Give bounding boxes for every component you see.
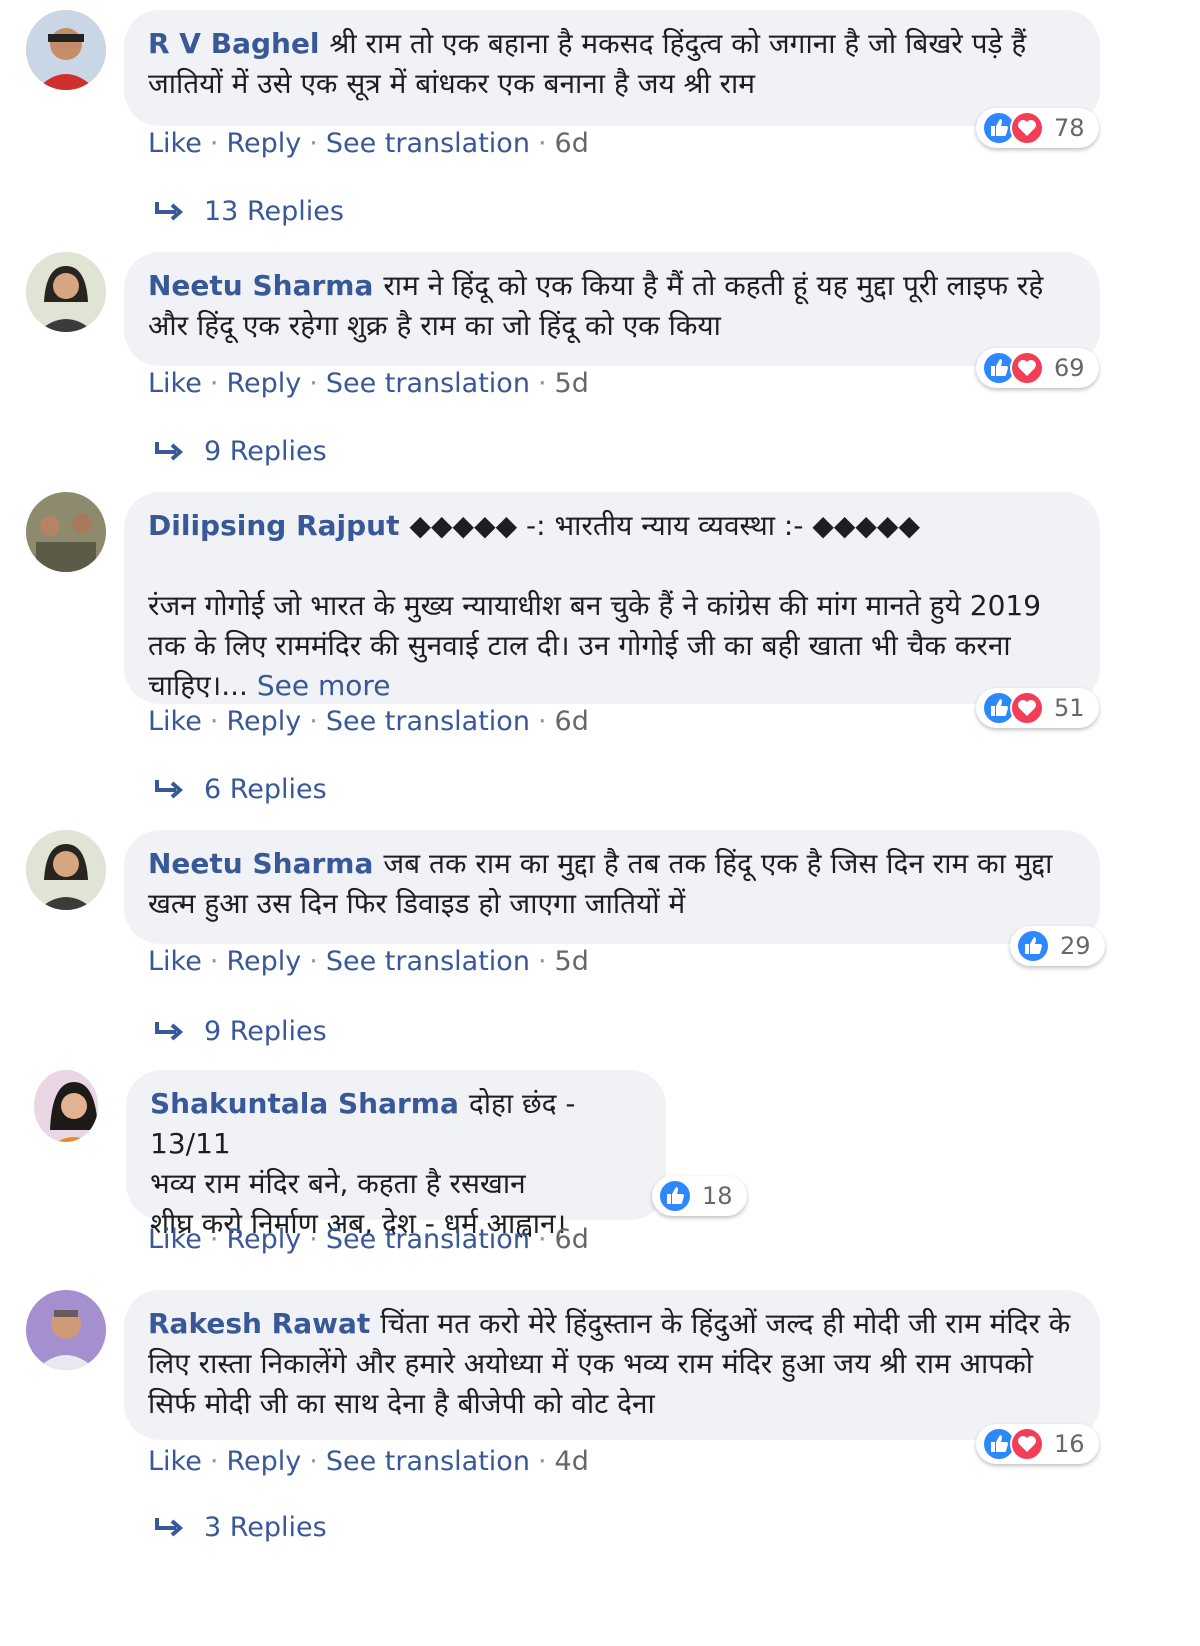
see-translation-link[interactable]: See translation	[326, 1446, 530, 1477]
like-icon	[658, 1179, 692, 1213]
reaction-count: 16	[1054, 1430, 1085, 1458]
reaction-count: 78	[1054, 114, 1085, 142]
comment-actions: Like · Reply · See translation · 6d	[148, 1224, 589, 1255]
reply-link[interactable]: Reply	[226, 368, 301, 399]
reactions-summary[interactable]: 18	[652, 1176, 747, 1216]
love-icon	[1010, 1427, 1044, 1461]
avatar-image	[26, 252, 106, 332]
reply-arrow-icon	[155, 779, 184, 799]
view-replies[interactable]: 3 Replies	[152, 1512, 327, 1543]
love-icon	[1010, 351, 1044, 385]
like-link[interactable]: Like	[148, 128, 202, 159]
view-replies[interactable]: 9 Replies	[152, 1016, 327, 1047]
see-translation-link[interactable]: See translation	[326, 128, 530, 159]
comment-bubble: R V Baghel श्री राम तो एक बहाना है मकसद ह…	[124, 10, 1100, 126]
like-link[interactable]: Like	[148, 1446, 202, 1477]
comment-timestamp[interactable]: 6d	[555, 1224, 589, 1255]
comment-timestamp[interactable]: 5d	[555, 368, 589, 399]
love-icon	[1010, 691, 1044, 725]
comment-bubble: Dilipsing Rajput ◆◆◆◆◆ -: भारतीय न्याय व्…	[124, 492, 1100, 704]
comment-bubble: Neetu Sharma राम ने हिंदू को एक किया है म…	[124, 252, 1100, 366]
reply-link[interactable]: Reply	[226, 946, 301, 977]
view-replies[interactable]: 13 Replies	[152, 196, 344, 227]
comment-bubble: Neetu Sharma जब तक राम का मुद्दा है तब तक…	[124, 830, 1100, 944]
reply-arrow-icon	[155, 201, 184, 221]
see-translation-link[interactable]: See translation	[326, 368, 530, 399]
comment-bubble: Shakuntala Sharma दोहा छंद - 13/11 भव्य र…	[126, 1070, 666, 1240]
comment-author[interactable]: Shakuntala Sharma	[150, 1087, 459, 1120]
like-icon	[1016, 929, 1050, 963]
comment-actions: Like · Reply · See translation · 6d	[148, 706, 589, 737]
reply-arrow-icon	[155, 1021, 184, 1041]
view-replies[interactable]: 6 Replies	[152, 774, 327, 805]
avatar-image	[34, 1070, 98, 1142]
reaction-count: 18	[702, 1182, 733, 1210]
avatar[interactable]	[26, 252, 106, 332]
comment-timestamp[interactable]: 4d	[555, 1446, 589, 1477]
avatar[interactable]	[26, 10, 106, 90]
view-replies[interactable]: 9 Replies	[152, 436, 327, 467]
like-link[interactable]: Like	[148, 368, 202, 399]
comment-author[interactable]: Rakesh Rawat	[148, 1307, 370, 1340]
like-link[interactable]: Like	[148, 1224, 202, 1255]
see-translation-link[interactable]: See translation	[326, 706, 530, 737]
like-link[interactable]: Like	[148, 946, 202, 977]
replies-count[interactable]: 9 Replies	[204, 1016, 327, 1047]
see-translation-link[interactable]: See translation	[326, 1224, 530, 1255]
reaction-count: 69	[1054, 354, 1085, 382]
comment-author[interactable]: Neetu Sharma	[148, 847, 373, 880]
reactions-summary[interactable]: 29	[1010, 926, 1105, 966]
comment-actions: Like · Reply · See translation · 4d	[148, 1446, 589, 1477]
reply-arrow-icon	[155, 1517, 184, 1537]
love-icon	[1010, 111, 1044, 145]
comment-author[interactable]: R V Baghel	[148, 27, 320, 60]
comment-timestamp[interactable]: 6d	[555, 706, 589, 737]
reactions-summary[interactable]: 78	[976, 108, 1099, 148]
reply-link[interactable]: Reply	[226, 706, 301, 737]
replies-count[interactable]: 9 Replies	[204, 436, 327, 467]
reactions-summary[interactable]: 69	[976, 348, 1099, 388]
avatar-image	[26, 1290, 106, 1370]
avatar[interactable]	[26, 830, 106, 910]
see-translation-link[interactable]: See translation	[326, 946, 530, 977]
comment-thread: R V Baghel श्री राम तो एक बहाना है मकसद ह…	[0, 0, 1200, 1646]
avatar-image	[26, 830, 106, 910]
avatar-image	[26, 10, 106, 90]
replies-count[interactable]: 6 Replies	[204, 774, 327, 805]
comment-bubble: Rakesh Rawat चिंता मत करो मेरे हिंदुस्तान…	[124, 1290, 1100, 1440]
replies-count[interactable]: 3 Replies	[204, 1512, 327, 1543]
reactions-summary[interactable]: 51	[976, 688, 1099, 728]
reply-arrow-icon	[155, 441, 184, 461]
comment-timestamp[interactable]: 6d	[555, 128, 589, 159]
comment-author[interactable]: Neetu Sharma	[148, 269, 373, 302]
comment-actions: Like · Reply · See translation · 5d	[148, 368, 589, 399]
avatar[interactable]	[26, 492, 106, 572]
reply-link[interactable]: Reply	[226, 128, 301, 159]
replies-count[interactable]: 13 Replies	[204, 196, 344, 227]
comment-actions: Like · Reply · See translation · 5d	[148, 946, 589, 977]
reaction-count: 29	[1060, 932, 1091, 960]
avatar[interactable]	[26, 1290, 106, 1370]
see-more-link[interactable]: See more	[257, 669, 391, 702]
like-link[interactable]: Like	[148, 706, 202, 737]
reply-link[interactable]: Reply	[226, 1446, 301, 1477]
avatar-image	[26, 492, 106, 572]
avatar[interactable]	[34, 1070, 98, 1142]
reactions-summary[interactable]: 16	[976, 1424, 1099, 1464]
reaction-count: 51	[1054, 694, 1085, 722]
comment-actions: Like · Reply · See translation · 6d	[148, 128, 589, 159]
reply-link[interactable]: Reply	[226, 1224, 301, 1255]
comment-timestamp[interactable]: 5d	[555, 946, 589, 977]
comment-author[interactable]: Dilipsing Rajput	[148, 509, 399, 542]
